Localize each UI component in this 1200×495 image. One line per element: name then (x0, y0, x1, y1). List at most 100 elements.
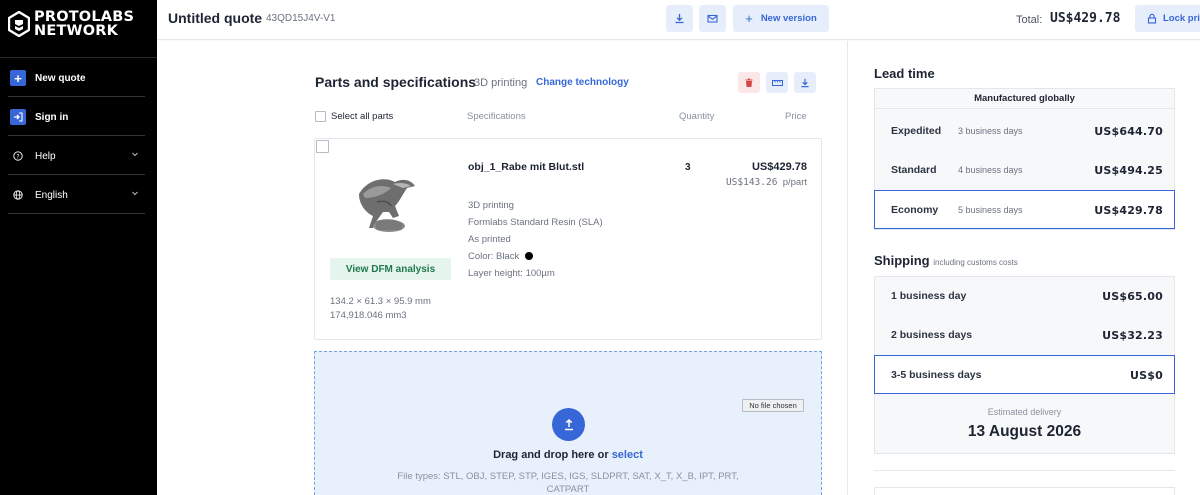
part-checkbox[interactable] (316, 140, 329, 153)
option-price: US$644.70 (1094, 125, 1163, 138)
spec-layer-height: Layer height: 100µm (468, 268, 555, 279)
part-thumbnail[interactable] (353, 172, 423, 234)
download-parts-button[interactable] (794, 72, 816, 93)
part-volume: 174,918.046 mm3 (330, 310, 407, 321)
plus-icon: + (745, 11, 753, 26)
option-days: 5 business days (958, 205, 1023, 215)
part-file-name[interactable]: obj_1_Rabe mit Blut.stl (468, 161, 584, 173)
mail-icon (707, 14, 718, 23)
lead-time-option-standard[interactable]: Standard 4 business days US$494.25 (875, 151, 1174, 190)
part-dimensions: 134.2 × 61.3 × 95.9 mm (330, 296, 431, 307)
select-files-link[interactable]: select (612, 449, 643, 461)
shipping-option-3-5-days[interactable]: 3-5 business days US$0 (874, 355, 1175, 394)
sidebar-item-label: New quote (35, 72, 86, 84)
brand-logo[interactable]: PROTOLABS NETWORK (8, 10, 134, 38)
unit-price-suffix: p/part (782, 177, 807, 188)
option-price: US$494.25 (1094, 164, 1163, 177)
estimated-delivery-label: Estimated delivery (987, 407, 1062, 417)
column-price: Price (785, 111, 807, 122)
lead-time-options: Manufactured globally Expedited 3 busine… (874, 88, 1175, 230)
panel-section-divider (874, 470, 1175, 471)
upload-button[interactable] (552, 408, 585, 441)
trash-icon (745, 78, 753, 87)
no-file-chosen-label[interactable]: No file chosen (742, 399, 804, 412)
globe-icon (10, 190, 26, 200)
option-name: Economy (891, 204, 939, 216)
estimated-delivery: Estimated delivery 13 August 2026 (875, 397, 1174, 453)
sidebar-item-sign-in[interactable]: Sign in (10, 107, 147, 127)
email-quote-button[interactable] (699, 5, 726, 32)
file-types: File types: STL, OBJ, STEP, STP, IGES, I… (397, 471, 739, 495)
spec-finish: As printed (468, 234, 511, 245)
shipping-subtitle: including customs costs (933, 258, 1018, 267)
option-name: 3-5 business days (891, 369, 982, 381)
section-title: Parts and specifications (315, 74, 477, 90)
measure-button[interactable] (766, 72, 788, 93)
sidebar-item-help[interactable]: ? Help (10, 146, 147, 166)
change-technology-link[interactable]: Change technology (536, 77, 629, 88)
new-version-label: New version (760, 13, 817, 24)
main-content: Parts and specifications 3D printing Cha… (157, 41, 847, 495)
upload-icon (564, 418, 573, 431)
plus-icon: + (10, 70, 26, 86)
part-price: US$429.78 (751, 161, 807, 173)
part-quantity[interactable]: 3 (685, 162, 691, 173)
download-quote-button[interactable] (666, 5, 693, 32)
brand-line-1: PROTOLABS (34, 9, 135, 25)
select-all-checkbox[interactable] (315, 111, 326, 122)
download-icon (801, 78, 809, 87)
sidebar-item-label: English (35, 189, 68, 201)
sidebar-item-label: Sign in (35, 111, 69, 123)
select-all-label: Select all parts (331, 111, 394, 122)
lock-icon (1147, 13, 1157, 24)
part-unit-price: US$143.26 p/part (726, 177, 807, 188)
color-swatch-icon (524, 252, 533, 260)
drop-text: Drag and drop here or (493, 449, 609, 461)
lead-time-option-expedited[interactable]: Expedited 3 business days US$644.70 (875, 112, 1174, 151)
lead-time-header: Manufactured globally (875, 89, 1174, 109)
shipping-options: 1 business day US$65.00 2 business days … (874, 276, 1175, 454)
lead-time-title: Lead time (874, 66, 935, 81)
sign-in-icon (10, 109, 26, 125)
shipping-title-text: Shipping (874, 253, 930, 268)
sidebar-divider (8, 135, 145, 136)
sidebar-item-new-quote[interactable]: + New quote (10, 68, 147, 88)
column-quantity: Quantity (679, 111, 715, 122)
column-specifications: Specifications (467, 111, 526, 122)
shipping-option-1-day[interactable]: 1 business day US$65.00 (875, 277, 1174, 316)
option-name: Expedited (891, 125, 942, 137)
view-dfm-analysis-button[interactable]: View DFM analysis (330, 258, 451, 280)
sidebar-item-language[interactable]: English (10, 185, 147, 205)
help-circle-icon: ? (10, 151, 26, 161)
option-price: US$65.00 (1102, 290, 1163, 303)
option-price: US$429.78 (1094, 204, 1163, 217)
total-label: Total: (1016, 14, 1043, 26)
quote-id: 43QD15J4V-V1 (266, 13, 336, 24)
chevron-down-icon (131, 150, 139, 161)
spec-color: Color: Black (468, 251, 533, 262)
sidebar-divider (8, 96, 145, 97)
chevron-down-icon (131, 189, 139, 200)
spec-color-label: Color: Black (468, 251, 520, 262)
sidebar-divider (0, 57, 157, 58)
sidebar-item-label: Help (35, 150, 56, 162)
option-days: 4 business days (958, 165, 1023, 175)
delete-parts-button[interactable] (738, 72, 760, 93)
shipping-title: Shipping including customs costs (874, 253, 1018, 268)
technology-label: 3D printing (474, 77, 528, 89)
spec-technology: 3D printing (468, 200, 514, 211)
part-card: obj_1_Rabe mit Blut.stl 3 US$429.78 US$1… (314, 138, 822, 340)
ruler-icon (771, 79, 783, 86)
next-section-card (874, 487, 1175, 495)
sidebar-divider (8, 213, 145, 214)
drop-instructions: Drag and drop here or select (315, 449, 821, 461)
new-version-button[interactable]: + New version (733, 5, 829, 32)
file-drop-zone[interactable]: No file chosen Drag and drop here or sel… (314, 351, 822, 495)
lead-time-option-economy[interactable]: Economy 5 business days US$429.78 (874, 190, 1175, 229)
option-days: 3 business days (958, 126, 1023, 136)
lock-price-button[interactable]: Lock pri (1135, 5, 1200, 32)
option-name: Standard (891, 164, 937, 176)
option-price: US$32.23 (1102, 329, 1163, 342)
svg-text:?: ? (16, 153, 19, 160)
shipping-option-2-days[interactable]: 2 business days US$32.23 (875, 316, 1174, 355)
